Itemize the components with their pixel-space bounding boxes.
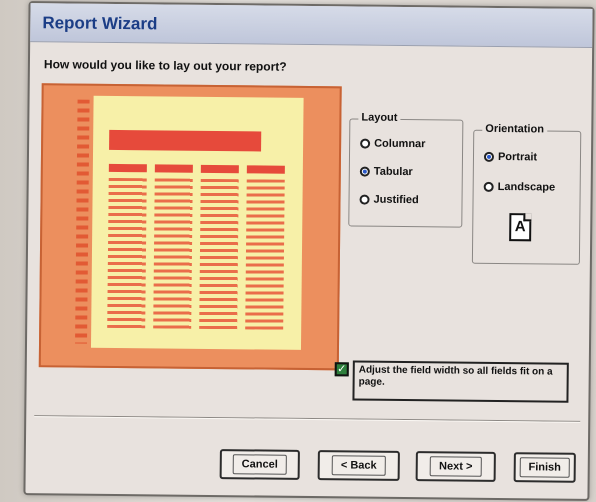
button-divider: [34, 415, 581, 423]
layout-question: How would you like to lay out your repor…: [43, 57, 287, 74]
radio-label: Landscape: [497, 180, 556, 194]
back-button[interactable]: < Back: [317, 450, 400, 481]
layout-preview: [38, 83, 342, 371]
radio-tabular[interactable]: Tabular: [359, 165, 413, 179]
radio-label: Columnar: [374, 137, 426, 151]
adjust-width-label: Adjust the field width so all fields fit…: [352, 360, 569, 403]
page-binding-decoration: [75, 99, 90, 344]
preview-column: [153, 164, 193, 336]
radio-landscape[interactable]: Landscape: [483, 180, 556, 194]
next-button[interactable]: Next >: [415, 451, 496, 482]
preview-column: [199, 164, 239, 337]
radio-indicator[interactable]: [359, 194, 370, 205]
report-wizard-dialog: Report Wizard How would you like to lay …: [23, 1, 595, 501]
preview-column: [245, 165, 285, 337]
layout-legend: Layout: [358, 111, 401, 124]
finish-button[interactable]: Finish: [513, 452, 576, 483]
preview-column: [107, 163, 147, 336]
next-button-label: Next >: [429, 456, 482, 477]
radio-indicator[interactable]: [359, 166, 370, 177]
radio-indicator[interactable]: [483, 181, 494, 192]
finish-button-label: Finish: [519, 457, 571, 478]
adjust-width-checkbox[interactable]: ✓: [334, 362, 349, 377]
radio-label: Justified: [373, 193, 419, 207]
radio-indicator[interactable]: [483, 151, 495, 162]
layout-group: Layout Columnar Tabular Justified: [348, 111, 464, 228]
portrait-page-icon: A: [509, 213, 532, 242]
cancel-button-label: Cancel: [232, 454, 287, 475]
radio-label: Tabular: [373, 165, 413, 179]
cancel-button[interactable]: Cancel: [219, 449, 300, 480]
radio-portrait[interactable]: Portrait: [483, 150, 538, 164]
radio-justified[interactable]: Justified: [359, 193, 419, 207]
orientation-legend: Orientation: [482, 122, 548, 136]
preview-columns: [107, 163, 285, 338]
preview-title-band: [109, 129, 262, 152]
title-bar: Report Wizard: [30, 3, 593, 48]
window-title: Report Wizard: [42, 13, 158, 34]
preview-paper: [90, 95, 304, 350]
back-button-label: < Back: [331, 455, 386, 476]
radio-label: Portrait: [497, 150, 538, 164]
radio-indicator[interactable]: [360, 138, 371, 149]
orientation-group: Orientation Portrait Landscape A: [471, 122, 582, 265]
radio-columnar[interactable]: Columnar: [360, 137, 426, 151]
adjust-width-option[interactable]: ✓ Adjust the field width so all fields f…: [334, 360, 572, 406]
